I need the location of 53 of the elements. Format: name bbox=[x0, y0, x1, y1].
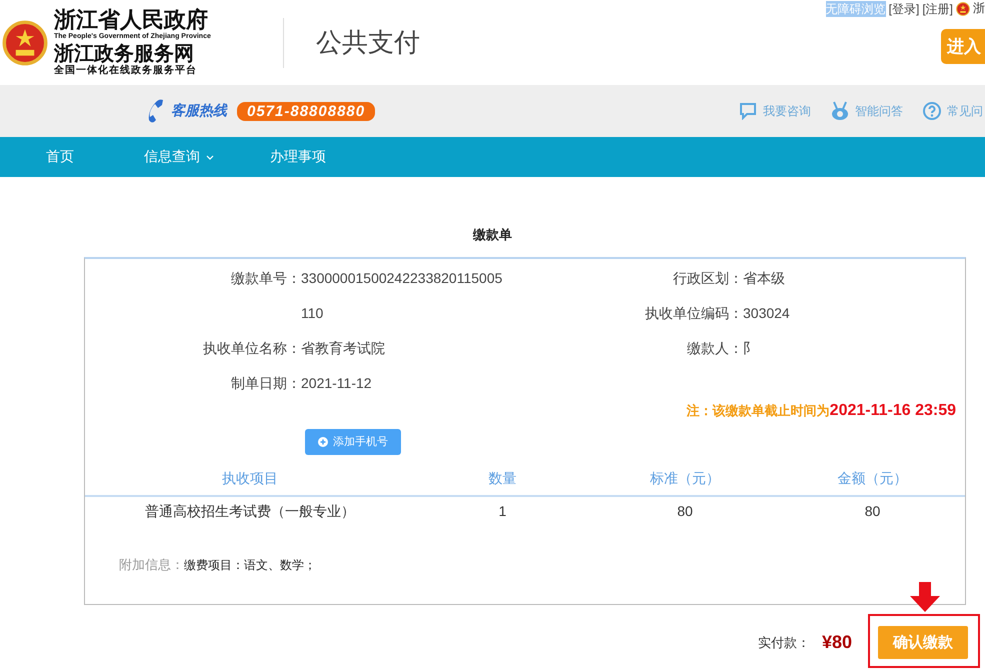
extra-info-value: 缴费项目：语文、数学； bbox=[184, 557, 316, 574]
top-link[interactable]: [注册] bbox=[922, 0, 953, 16]
table-cell-text: 普通高校招生考试费（一般专业） bbox=[144, 502, 356, 521]
field-value: 2021-11-12 bbox=[301, 374, 373, 393]
deadline-note: 注：该缴款单截止时间为2021-11-16 23:59 bbox=[686, 402, 956, 418]
arrow-down-icon bbox=[910, 582, 940, 612]
table-cell-text: 80 bbox=[676, 502, 694, 521]
field-label: 缴款人： bbox=[686, 339, 743, 358]
field-label: 行政区划： bbox=[672, 269, 743, 288]
region-label: 浙 bbox=[973, 0, 985, 17]
field-value: 33000001500242233820115005110 bbox=[301, 269, 504, 323]
field-value: 省本级 bbox=[743, 269, 785, 288]
help-link[interactable]: 我要咨询 bbox=[739, 101, 811, 121]
extra-info-label: 附加信息： bbox=[119, 556, 184, 574]
hotline-number: 0571-88808880 bbox=[237, 102, 376, 120]
field-label: 执收单位编码： bbox=[644, 304, 743, 323]
help-link[interactable]: 智能问答 bbox=[831, 101, 903, 121]
chevron-down-icon bbox=[206, 154, 214, 160]
site-title: 浙江省人民政府 bbox=[54, 8, 208, 32]
column-header: 数量 bbox=[415, 467, 590, 497]
site-slogan: 全国一体化在线政务服务平台 bbox=[54, 65, 198, 77]
field-value: 省教育考试院 bbox=[301, 339, 386, 358]
field-value: 阝 bbox=[743, 339, 757, 358]
enter-button[interactable]: 进入 bbox=[941, 29, 985, 64]
column-header: 标准（元） bbox=[590, 467, 780, 497]
nav-item[interactable]: 办理事项 bbox=[270, 148, 326, 166]
confirm-payment-button[interactable]: 确认缴款 bbox=[878, 626, 968, 659]
top-link[interactable]: 无障碍浏览 bbox=[826, 0, 886, 16]
table-cell-text: 1 bbox=[498, 502, 508, 521]
site-name: 浙江政务服务网 bbox=[54, 41, 194, 65]
column-header: 金额（元） bbox=[780, 467, 965, 497]
emblem-icon bbox=[2, 20, 48, 66]
column-header: 执收项目 bbox=[85, 467, 415, 497]
nav-item[interactable]: 首页 bbox=[46, 148, 74, 166]
field-label: 执收单位名称： bbox=[202, 339, 301, 358]
help-icon bbox=[923, 102, 941, 120]
help-link[interactable]: 常见问 bbox=[923, 101, 983, 121]
robot-icon bbox=[831, 101, 849, 121]
plus-icon bbox=[318, 436, 328, 446]
table-cell-text: 80 bbox=[864, 502, 882, 521]
nav-item[interactable]: 信息查询 bbox=[144, 148, 214, 166]
paid-label: 实付款： bbox=[758, 634, 810, 652]
page-title: 公共支付 bbox=[316, 26, 420, 59]
field-value: 303024 bbox=[743, 304, 790, 323]
hotline-label: 客服热线 bbox=[171, 102, 227, 120]
paid-amount: ¥80 bbox=[822, 632, 852, 653]
chat-icon bbox=[739, 102, 757, 120]
bill-title: 缴款单 bbox=[472, 227, 513, 244]
field-label: 缴款单号： bbox=[230, 269, 301, 288]
emblem-icon bbox=[956, 2, 970, 16]
add-phone-button[interactable]: 添加手机号 bbox=[305, 429, 401, 455]
field-label: 制单日期： bbox=[230, 374, 301, 393]
top-link[interactable]: [登录] bbox=[888, 0, 920, 16]
